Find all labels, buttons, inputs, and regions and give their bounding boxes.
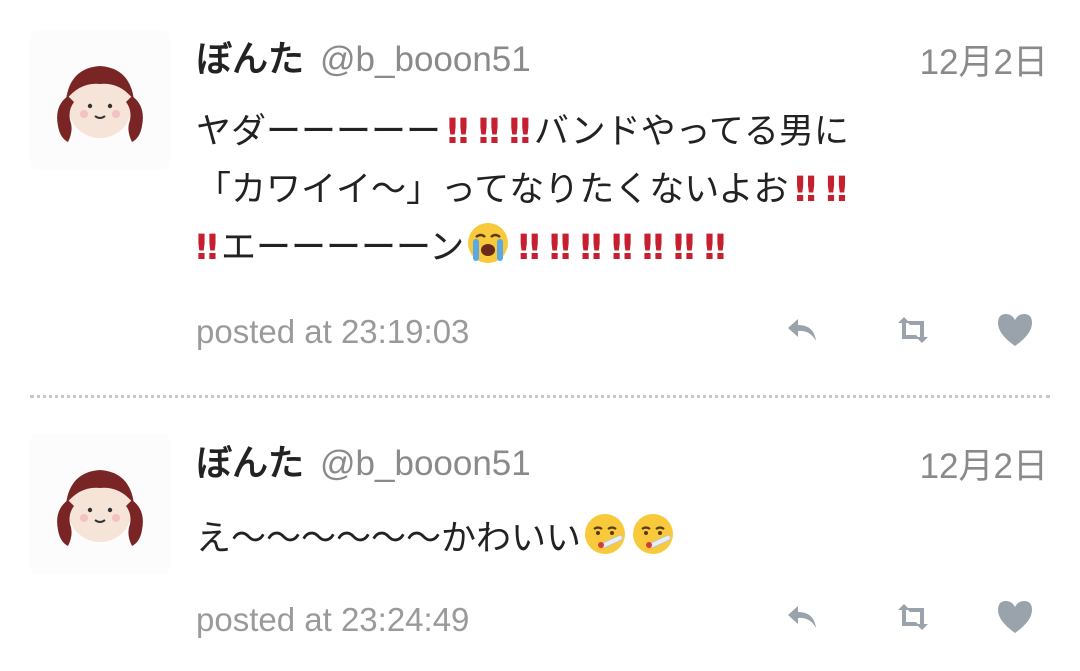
heart-icon xyxy=(998,601,1032,633)
tweet-text-line: 「カワイイ〜」ってなりたくないよお ‼ ‼ xyxy=(196,161,1046,219)
retweet-icon xyxy=(898,604,928,630)
reply-button[interactable] xyxy=(780,594,826,640)
avatar-girl-pigtails-icon xyxy=(57,470,143,546)
double-exclamation-icon: ‼ xyxy=(508,112,531,152)
tweet[interactable]: ぼんた @b_booon51 12月2日 え〜〜〜〜〜〜かわいい posted … xyxy=(0,398,1080,671)
tweet-actions xyxy=(780,594,1050,640)
text-segment: バンドやってる男に xyxy=(533,112,849,152)
retweet-button[interactable] xyxy=(890,307,936,353)
avatar[interactable] xyxy=(30,30,170,170)
loudly-crying-face-icon xyxy=(468,223,509,263)
face-with-thermometer-icon xyxy=(633,514,674,554)
tweet-header: ぼんた @b_booon51 xyxy=(196,434,531,484)
double-exclamation-icon: ‼ xyxy=(611,228,633,268)
double-exclamation-icon: ‼ xyxy=(825,170,848,210)
avatar[interactable] xyxy=(30,434,170,574)
tweet-date[interactable]: 12月2日 xyxy=(920,34,1048,85)
posted-time[interactable]: posted at 23:24:49 xyxy=(196,601,469,639)
reply-button[interactable] xyxy=(780,307,826,353)
retweet-button[interactable] xyxy=(890,594,936,640)
posted-time[interactable]: posted at 23:19:03 xyxy=(196,313,469,351)
tweet-text-line: ‼ エーーーーーン ‼ ‼ ‼ ‼ ‼ ‼ ‼ xyxy=(196,219,1046,277)
double-exclamation-icon: ‼ xyxy=(477,112,500,152)
text-segment: え〜〜〜〜〜〜かわいい xyxy=(196,519,582,559)
heart-icon xyxy=(998,314,1032,346)
favorite-button[interactable] xyxy=(992,594,1038,640)
tweet[interactable]: ぼんた @b_booon51 12月2日 ヤダーーーーー ‼ ‼ ‼ バンドやってる男に… xyxy=(0,0,1080,396)
double-exclamation-icon: ‼ xyxy=(549,228,571,268)
face-with-thermometer-icon xyxy=(585,514,626,554)
reply-arrow-icon xyxy=(788,319,816,341)
display-name[interactable]: ぼんた xyxy=(196,434,304,486)
tweet-header: ぼんた @b_booon51 xyxy=(196,30,531,80)
tweet-text-line: え〜〜〜〜〜〜かわいい xyxy=(196,510,1046,568)
tweet-actions xyxy=(780,307,1050,353)
double-exclamation-icon: ‼ xyxy=(642,228,664,268)
text-segment: ヤダーーーーー xyxy=(196,112,442,152)
tweet-text: ヤダーーーーー ‼ ‼ ‼ バンドやってる男に 「カワイイ〜」ってなりたくないよお ‼ ‼ … xyxy=(196,103,1046,277)
double-exclamation-icon: ‼ xyxy=(794,170,817,210)
double-exclamation-icon: ‼ xyxy=(518,228,540,268)
text-segment: 「カワイイ〜」ってなりたくないよお xyxy=(196,170,789,210)
tweet-text: え〜〜〜〜〜〜かわいい xyxy=(196,510,1046,568)
double-exclamation-icon: ‼ xyxy=(672,228,695,268)
screen-name[interactable]: @b_booon51 xyxy=(320,444,531,484)
avatar-girl-pigtails-icon xyxy=(57,66,143,142)
screen-name[interactable]: @b_booon51 xyxy=(320,40,531,80)
tweet-text-line: ヤダーーーーー ‼ ‼ ‼ バンドやってる男に xyxy=(196,103,1046,161)
tweet-date[interactable]: 12月2日 xyxy=(920,438,1048,489)
double-exclamation-icon: ‼ xyxy=(447,112,469,152)
reply-arrow-icon xyxy=(788,606,816,628)
double-exclamation-icon: ‼ xyxy=(580,228,602,268)
double-exclamation-icon: ‼ xyxy=(703,228,726,268)
double-exclamation-icon: ‼ xyxy=(196,228,218,268)
retweet-icon xyxy=(898,317,928,343)
display-name[interactable]: ぼんた xyxy=(196,30,304,82)
text-segment: エーーーーーン xyxy=(220,228,465,268)
favorite-button[interactable] xyxy=(992,307,1038,353)
